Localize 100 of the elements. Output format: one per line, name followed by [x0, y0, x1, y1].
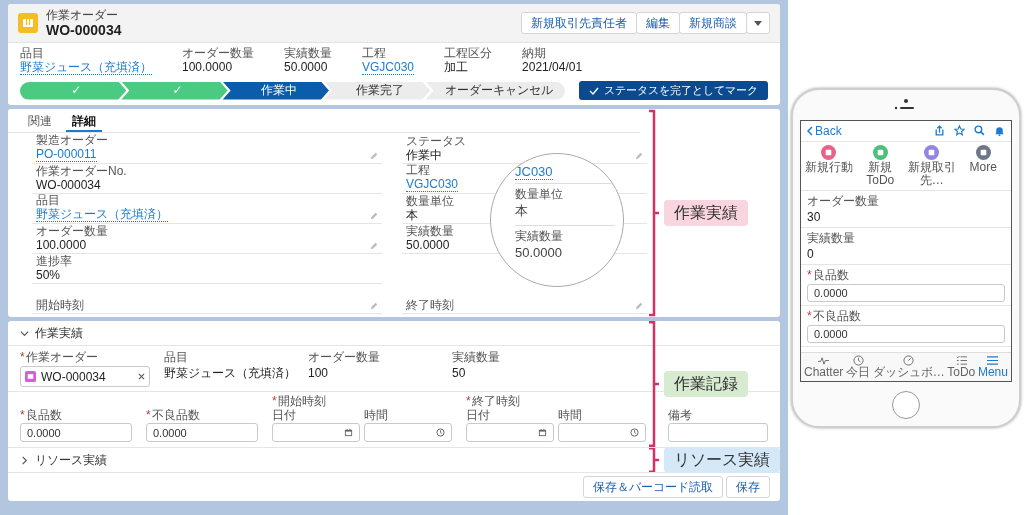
field-link[interactable]: 野菜ジュース（充填済）	[20, 60, 152, 75]
field-label: 製造オーダー	[36, 133, 108, 147]
mark-complete-button[interactable]: ステータスを完了としてマーク	[579, 81, 768, 100]
action-icon[interactable]	[924, 144, 940, 160]
date-field[interactable]	[272, 423, 360, 442]
action-label: 新規ToDo	[865, 160, 896, 187]
action-icon[interactable]	[821, 144, 837, 160]
field-link[interactable]: PO-000011	[36, 147, 97, 162]
path-step[interactable]: 作業中	[222, 81, 329, 100]
field-label: 作業オーダーNo.	[36, 164, 127, 178]
pulse-icon	[818, 354, 830, 366]
form-button[interactable]: 保存＆バーコード読取	[583, 476, 723, 498]
field-value: WO-000034	[36, 178, 102, 192]
clock-icon[interactable]	[436, 428, 445, 437]
gauge-icon	[903, 354, 915, 366]
field-label: オーダー数量	[36, 224, 108, 238]
form-button[interactable]: 保存	[726, 476, 770, 498]
pencil-icon[interactable]	[370, 212, 378, 220]
field-label: 進捗率	[36, 254, 72, 268]
tab-bar-item[interactable]: Menu	[977, 354, 1008, 379]
field-link[interactable]: 野菜ジュース（充填済）	[36, 207, 168, 222]
input-field[interactable]: 0.0000	[20, 423, 132, 442]
pencil-icon[interactable]	[370, 152, 378, 160]
field-label: 工程区分	[444, 46, 493, 60]
section-title[interactable]: 作業実績	[35, 326, 83, 340]
pencil-icon[interactable]	[635, 152, 643, 160]
checklist-icon	[955, 354, 967, 366]
field-value: 50	[452, 366, 467, 380]
date-field[interactable]	[466, 423, 554, 442]
bell-icon[interactable]	[994, 125, 1005, 136]
star-icon[interactable]	[954, 125, 965, 136]
section-title[interactable]: リソース実績	[35, 453, 107, 467]
search-icon[interactable]	[974, 125, 985, 136]
tab-bar-item[interactable]: ダッシュボ…	[872, 354, 945, 379]
annotation-label: リソース実績	[664, 447, 780, 473]
header-action-button[interactable]: 新規商談	[679, 12, 747, 34]
record-icon	[25, 371, 36, 382]
share-icon[interactable]	[934, 125, 945, 136]
calendar-icon[interactable]	[344, 428, 353, 437]
input-field[interactable]	[668, 423, 768, 442]
path-step[interactable]: オーダーキャンセル	[425, 81, 565, 100]
field-label: 日付	[466, 408, 491, 422]
action-label: 新規行動	[804, 160, 853, 174]
calendar-icon[interactable]	[538, 428, 547, 437]
field-label: *作業オーダー	[20, 350, 99, 364]
record-title: WO-000034	[46, 22, 122, 38]
field-value: 2021/04/01	[522, 60, 583, 74]
home-button[interactable]	[892, 390, 920, 419]
pencil-icon[interactable]	[370, 242, 378, 250]
field-label: 工程	[362, 46, 387, 60]
tab-bar-item[interactable]: ToDo	[947, 354, 976, 379]
annotation-label: 作業記録	[664, 371, 748, 397]
field-value: 50.0000	[406, 238, 451, 252]
action-icon[interactable]	[872, 144, 888, 160]
tab-bar-item[interactable]: Chatter	[804, 354, 844, 379]
header-action-button[interactable]: 新規取引先責任者	[521, 12, 637, 34]
header-action-button[interactable]: 編集	[636, 12, 680, 34]
field-value: 本	[406, 208, 419, 222]
field-value: 加工	[444, 60, 470, 74]
input-field[interactable]: 0.0000	[146, 423, 258, 442]
path-step[interactable]: 作業完了	[324, 81, 431, 100]
field-label: 時間	[364, 408, 389, 422]
magnified-value: 50.0000	[515, 244, 563, 261]
input-field[interactable]: 0.0000	[807, 324, 1005, 343]
time-field[interactable]	[558, 423, 646, 442]
field-label: 数量単位	[406, 194, 454, 208]
input-field[interactable]: 0.0000	[807, 283, 1005, 302]
action-label: 新規取引先…	[906, 160, 957, 187]
chevron-icon[interactable]	[20, 328, 29, 338]
time-field[interactable]	[364, 423, 452, 442]
lookup-field[interactable]: WO-000034	[20, 366, 150, 387]
field-label: 終了時刻	[406, 298, 454, 312]
pencil-icon[interactable]	[370, 302, 378, 310]
field-label: 実績数量	[284, 46, 332, 60]
object-label: 作業オーダー	[46, 8, 119, 22]
field-link[interactable]: VGJC030	[362, 60, 415, 75]
chevron-icon[interactable]	[20, 455, 29, 465]
field-label: 実績数量	[807, 230, 856, 245]
field-label: 備考	[668, 408, 693, 422]
tab[interactable]: 関連	[22, 112, 58, 132]
field-label: *良品数	[807, 267, 850, 282]
pencil-icon[interactable]	[635, 302, 643, 310]
field-value: 30	[807, 209, 822, 224]
back-link[interactable]: Back	[807, 123, 842, 138]
tab-bar-item[interactable]: 今日	[846, 354, 870, 379]
field-label: 実績数量	[406, 224, 454, 238]
field-link[interactable]: VGJC030	[406, 177, 459, 192]
clock-icon[interactable]	[630, 428, 639, 437]
field-label: 品目	[20, 46, 45, 60]
field-value: 50.0000	[284, 60, 329, 74]
magnified-value: 本	[515, 202, 529, 219]
dropdown-button[interactable]	[746, 12, 770, 34]
field-label: 品目	[164, 350, 189, 364]
field-label: *終了時刻	[466, 394, 521, 408]
field-label: 実績数量	[452, 350, 501, 364]
annotation-label: 作業実績	[664, 200, 748, 226]
tab[interactable]: 詳細	[66, 112, 102, 132]
action-icon[interactable]	[975, 144, 991, 160]
field-label: *開始時刻	[272, 394, 327, 408]
close-icon[interactable]	[138, 373, 145, 380]
